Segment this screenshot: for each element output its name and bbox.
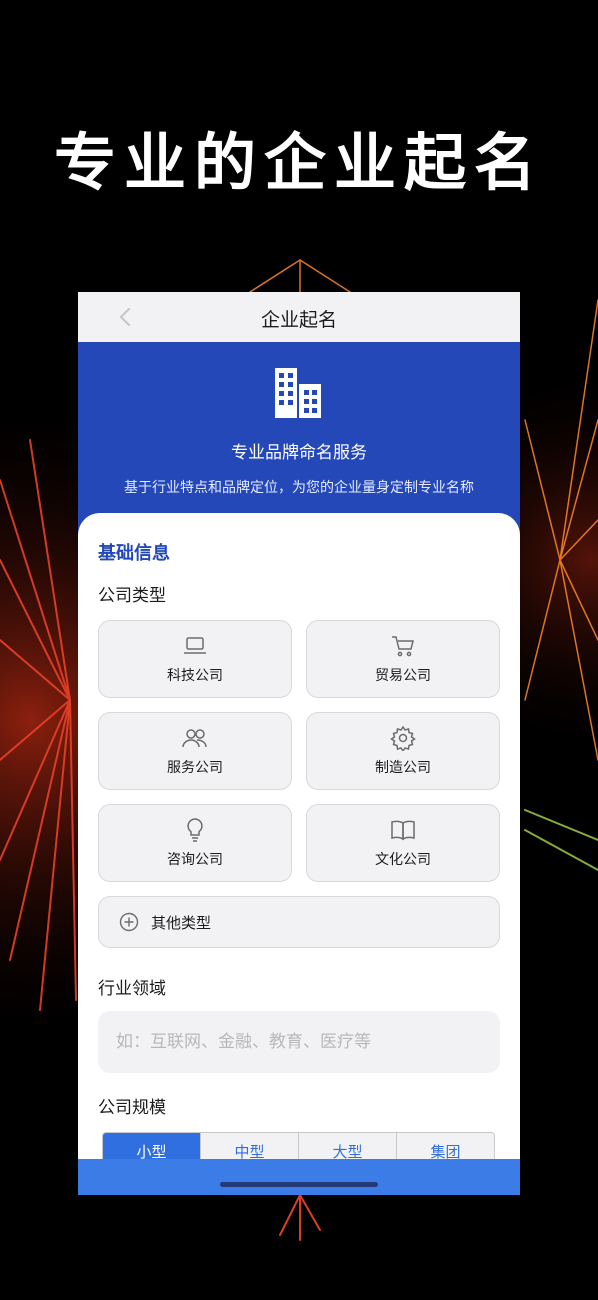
nav-title: 企业起名 — [260, 309, 337, 331]
hero-title: 专业品牌命名服务 — [231, 443, 367, 463]
gear-icon — [390, 725, 416, 751]
company-size-label: 公司规模 — [98, 1098, 166, 1118]
laptop-icon — [184, 637, 206, 654]
type-option-culture[interactable]: 文化公司 — [306, 804, 500, 882]
industry-label: 行业领域 — [98, 979, 166, 999]
type-label: 文化公司 — [375, 852, 431, 868]
phone-screen: 企业起名 专业品牌命名服务 基于行业特点和品牌定位，为您的企业量身定制专业名称 … — [78, 292, 520, 1195]
other-type-label: 其他类型 — [151, 913, 212, 932]
section-title: 基础信息 — [98, 543, 170, 564]
company-type-grid: 科技公司 贸易公司 服务公司 制造公司 咨询公司 文化公司 — [98, 620, 500, 882]
lightbulb-icon — [187, 818, 203, 842]
bottom-action-bar[interactable] — [78, 1159, 520, 1195]
type-option-consulting[interactable]: 咨询公司 — [98, 804, 292, 882]
hero-subtitle: 基于行业特点和品牌定位，为您的企业量身定制专业名称 — [124, 480, 474, 496]
home-indicator — [220, 1182, 378, 1187]
type-option-manufacturing[interactable]: 制造公司 — [306, 712, 500, 790]
company-type-label: 公司类型 — [98, 586, 166, 606]
type-label: 咨询公司 — [167, 852, 223, 868]
plus-circle-icon — [119, 912, 139, 932]
users-icon — [182, 729, 207, 748]
industry-input[interactable] — [98, 1011, 500, 1073]
type-option-tech[interactable]: 科技公司 — [98, 620, 292, 698]
nav-bar: 企业起名 — [78, 292, 520, 342]
type-label: 制造公司 — [375, 760, 431, 776]
type-option-other[interactable]: 其他类型 — [98, 896, 500, 948]
type-option-trade[interactable]: 贸易公司 — [306, 620, 500, 698]
form-card: 基础信息 公司类型 科技公司 贸易公司 服务公司 制造公司 咨询公司 文化公司 … — [78, 513, 520, 1195]
type-option-service[interactable]: 服务公司 — [98, 712, 292, 790]
type-label: 贸易公司 — [375, 668, 431, 684]
type-label: 科技公司 — [167, 668, 223, 684]
cart-icon — [392, 636, 414, 657]
book-icon — [391, 820, 415, 841]
headline: 专业的企业起名 — [53, 126, 544, 199]
buildings-icon — [275, 368, 321, 418]
type-label: 服务公司 — [167, 760, 223, 776]
